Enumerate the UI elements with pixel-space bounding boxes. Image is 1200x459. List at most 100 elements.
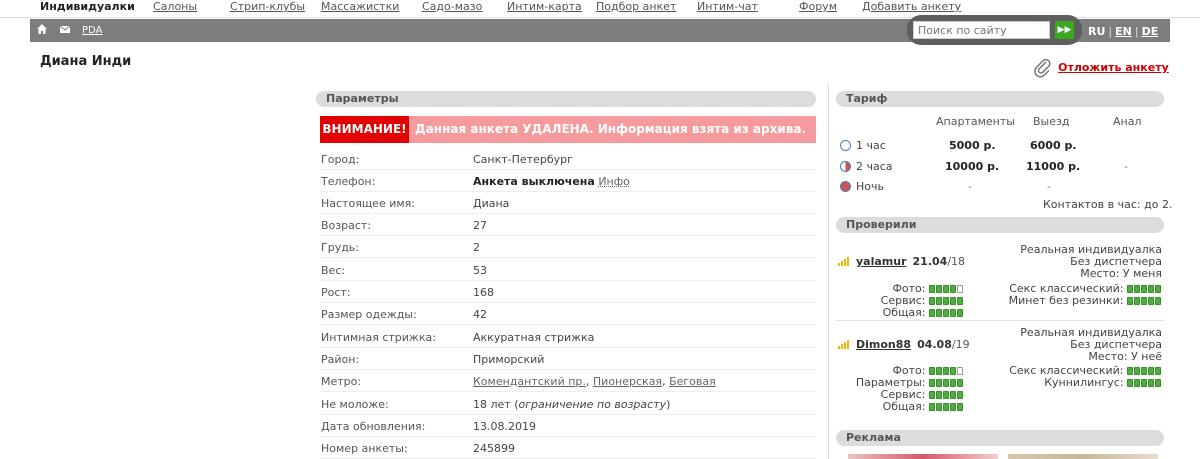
rating-bars-icon [838, 339, 852, 349]
page-title: Диана Инди [40, 54, 132, 69]
nav-profile-search[interactable]: Подбор анкет [596, 0, 676, 13]
info-link[interactable]: Инфо [598, 175, 630, 188]
defer-profile: Отложить анкету [1033, 58, 1169, 78]
param-label: Интимная стрижка: [321, 331, 436, 344]
lang-ru[interactable]: RU [1088, 25, 1105, 38]
nav-salons[interactable]: Салоны [153, 0, 197, 13]
warning-message: Данная анкета УДАЛЕНА. Информация взята … [415, 122, 807, 136]
tariff-value: - [968, 180, 972, 193]
mail-icon[interactable] [59, 23, 71, 38]
ad-banner[interactable] [848, 454, 998, 459]
ad-banner[interactable] [1008, 454, 1158, 459]
score-bar [1127, 377, 1162, 390]
contacts-per-hour: Контактов в час: до 2. [1043, 198, 1173, 211]
reviewer-link[interactable]: Dimon88 [856, 338, 911, 351]
paperclip-icon [1033, 58, 1058, 78]
forward-icon: ▶▶ [1057, 25, 1072, 35]
nav-strip-clubs[interactable]: Стрип-клубы [230, 0, 305, 13]
score-row: Общая: [883, 306, 964, 320]
tariff-col-anal: Анал [1113, 115, 1142, 128]
clock-icon [840, 181, 851, 192]
param-row-breast: Грудь: 2 [320, 236, 816, 258]
review-info: Место: У меня [1080, 267, 1162, 280]
param-label: Город: [321, 153, 360, 166]
param-row-haircut: Интимная стрижка: Аккуратная стрижка [320, 326, 816, 348]
score-row: Куннилингус: [1044, 376, 1162, 390]
param-row-city: Город: Санкт-Петербург [320, 148, 816, 170]
param-value: 168 [473, 286, 494, 299]
param-label: Грудь: [321, 241, 359, 254]
metro-link[interactable]: Комендантский пр. [473, 375, 586, 388]
metro-link[interactable]: Беговая [669, 375, 716, 388]
param-value: 245899 [473, 442, 515, 455]
defer-profile-link[interactable]: Отложить анкету [1058, 61, 1169, 74]
param-value: 42 [473, 308, 487, 321]
param-label: Телефон: [321, 175, 376, 188]
param-label: Настоящее имя: [321, 197, 415, 210]
tariff-row-2h: 2 часа [840, 160, 893, 173]
nav-add-profile[interactable]: Добавить анкету [862, 0, 961, 13]
rating-bars-icon [838, 256, 852, 266]
param-label: Номер анкеты: [321, 442, 408, 455]
checked-header: Проверили [836, 217, 1164, 233]
search-submit-button[interactable]: ▶▶ [1055, 21, 1074, 39]
param-value: 2 [473, 241, 480, 254]
metro-link[interactable]: Пионерская [593, 375, 662, 388]
score-bar [1127, 295, 1162, 308]
pda-link[interactable]: PDA [82, 25, 102, 36]
search-input[interactable] [913, 21, 1050, 39]
reviewer: yalamur 21.04/18 [838, 255, 965, 268]
home-icon[interactable] [36, 23, 48, 38]
param-label: Возраст: [321, 219, 372, 232]
tariff-value: 11000 р. [1026, 160, 1081, 173]
param-label: Дата обновления: [321, 420, 426, 433]
param-value: Санкт-Петербург [473, 153, 573, 166]
param-label: Вес: [321, 264, 346, 277]
nav-intim-map[interactable]: Интим-карта [507, 0, 582, 13]
param-value: 53 [473, 264, 487, 277]
nav-chat[interactable]: Интим-чат [697, 0, 758, 13]
reviewer: Dimon88 04.08/19 [838, 338, 970, 351]
column-divider [828, 85, 829, 459]
score-bar [929, 401, 964, 414]
param-row-metro: Метро: Комендантский пр., Пионерская, Бе… [320, 370, 816, 392]
param-row-age: Возраст: 27 [320, 214, 816, 236]
param-label: Рост: [321, 286, 351, 299]
tariff-col-outcall: Выезд [1033, 115, 1070, 128]
param-value: Аккуратная стрижка [473, 331, 595, 344]
param-value: Диана [473, 197, 510, 210]
reviewer-link[interactable]: yalamur [856, 255, 907, 268]
param-label: Метро: [321, 375, 362, 388]
param-value: 13.08.2019 [473, 420, 536, 433]
lang-de[interactable]: DE [1142, 25, 1159, 38]
clock-icon [840, 140, 851, 151]
search-box: ▶▶ [907, 15, 1082, 45]
divider [836, 320, 1164, 321]
param-row-updated: Дата обновления: 13.08.2019 [320, 415, 816, 437]
param-value: 27 [473, 219, 487, 232]
lang-en[interactable]: EN [1115, 25, 1132, 38]
tariff-value: 6000 р. [1030, 139, 1077, 152]
param-row-min-age: Не моложе: 18 лет (ограничение по возрас… [320, 393, 816, 415]
nav-individuals[interactable]: Индивидуалки [40, 0, 135, 13]
nav-masseuses[interactable]: Массажистки [321, 0, 399, 13]
nav-bdsm[interactable]: Садо-мазо [422, 0, 482, 13]
param-row-real-name: Настоящее имя: Диана [320, 192, 816, 214]
score-row: Общая: [883, 400, 964, 414]
tariff-col-apartments: Апартаменты [936, 115, 1015, 128]
param-row-phone: Телефон: Анкета выключена Инфо [320, 170, 816, 192]
param-row-profile-number: Номер анкеты: 245899 [320, 437, 816, 459]
deleted-warning: ВНИМАНИЕ! Данная анкета УДАЛЕНА. Информа… [320, 116, 816, 143]
score-row: Минет без резинки: [1009, 294, 1162, 308]
param-row-district: Район: Приморский [320, 348, 816, 370]
param-label: Размер одежды: [321, 308, 417, 321]
tariff-row-night: Ночь [840, 180, 884, 193]
param-label: Не моложе: [321, 398, 389, 411]
language-switcher: RU | EN | DE [1088, 25, 1159, 38]
age-note: ограничение по возрасту [518, 398, 667, 411]
phone-status: Анкета выключена [473, 175, 595, 188]
param-row-height: Рост: 168 [320, 281, 816, 303]
nav-forum[interactable]: Форум [799, 0, 837, 13]
tariff-header: Тариф [836, 91, 1164, 107]
ads-header: Реклама [836, 430, 1164, 446]
